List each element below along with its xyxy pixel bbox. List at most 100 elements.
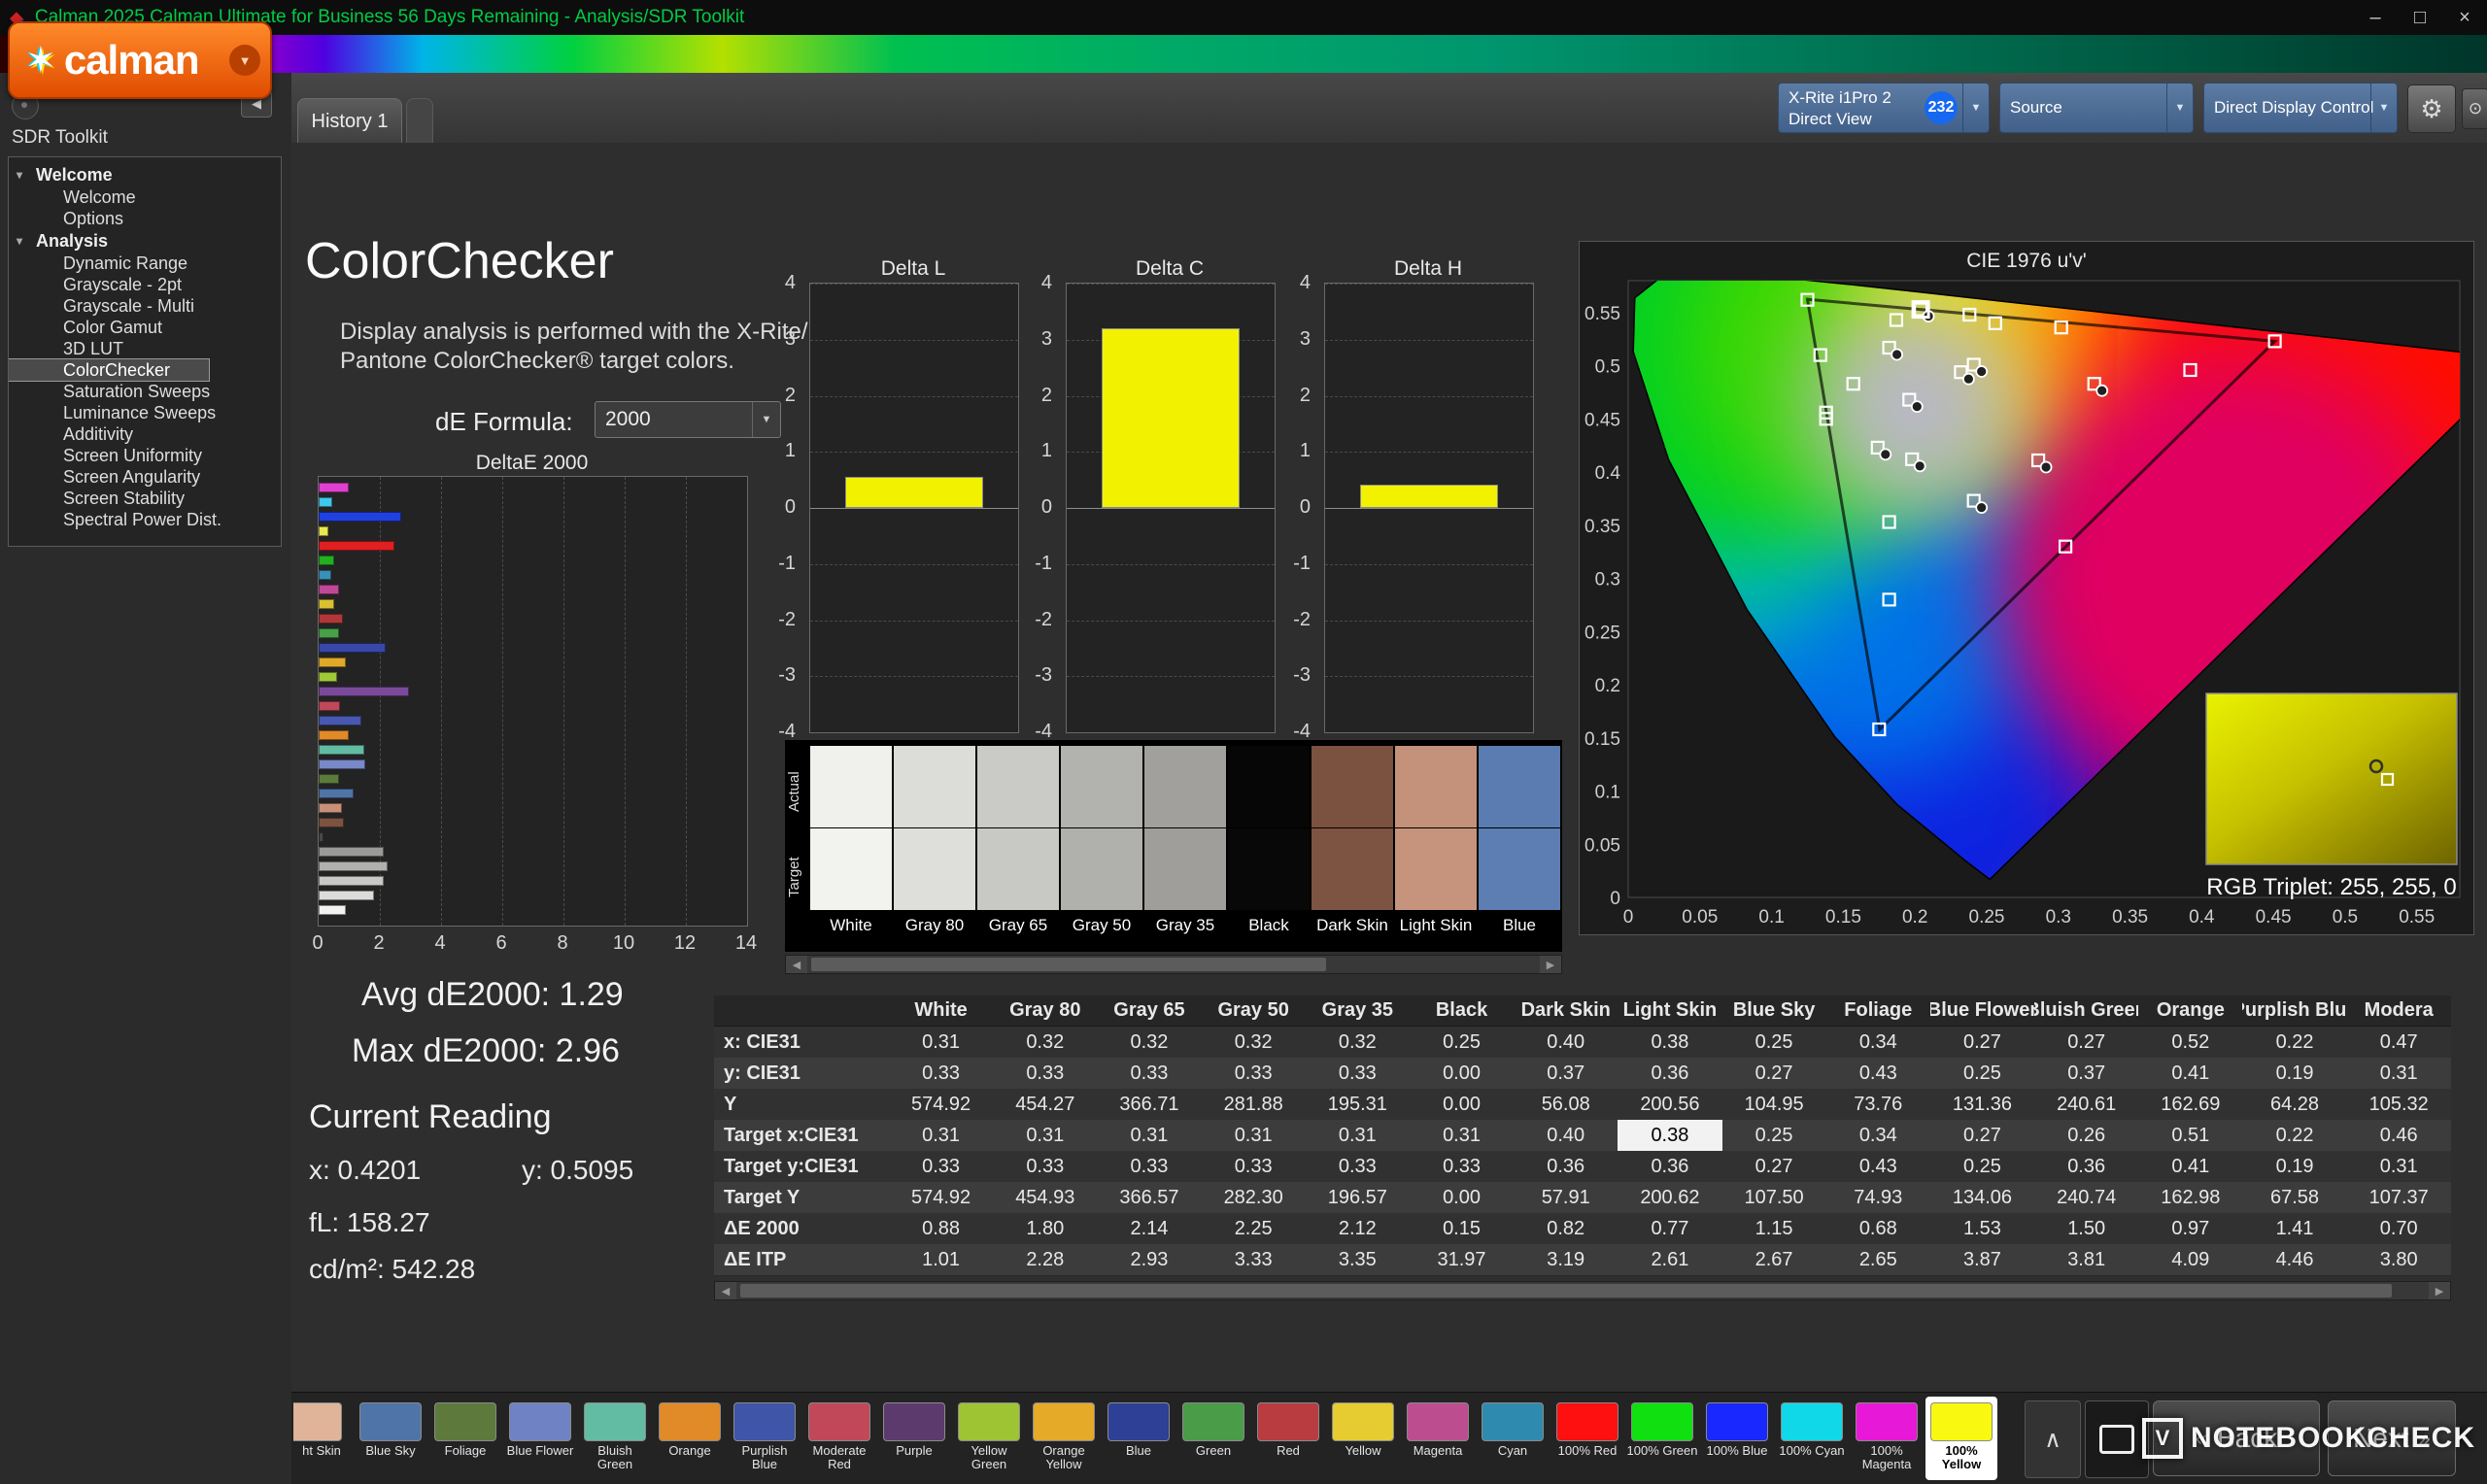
patch-light-skin[interactable]: Light Skin (1395, 746, 1477, 946)
patch-button-blue-sky[interactable]: Blue Sky (355, 1397, 426, 1480)
patch-button-100-magenta[interactable]: 100% Magenta (1851, 1397, 1923, 1480)
table-scrollbar[interactable]: ◀ ▶ (714, 1281, 2451, 1300)
scroll-right-icon[interactable]: ▶ (2429, 1282, 2450, 1299)
next-button[interactable]: Next » (2328, 1400, 2456, 1476)
patch-button-ht-skin[interactable]: ht Skin (293, 1397, 350, 1480)
sidebar-item-screen-angularity[interactable]: Screen Angularity (9, 466, 281, 488)
source-dropdown[interactable]: Source ▼ (1999, 83, 2194, 133)
scroll-right-icon[interactable]: ▶ (1540, 956, 1561, 973)
display-control-dropdown[interactable]: Direct Display Control ▼ (2203, 83, 2398, 133)
patch-button-purplish-blue[interactable]: Purplish Blue (729, 1397, 801, 1480)
tab-stub[interactable] (406, 98, 433, 144)
scroll-left-icon[interactable]: ◀ (715, 1282, 736, 1299)
patch-black[interactable]: Black (1228, 746, 1310, 946)
sidebar-item-screen-uniformity[interactable]: Screen Uniformity (9, 445, 281, 466)
patch-button-foliage[interactable]: Foliage (429, 1397, 501, 1480)
table-cell: 0.31 (1201, 1120, 1306, 1151)
patch-button-purple[interactable]: Purple (878, 1397, 950, 1480)
actual-swatch (1144, 746, 1226, 827)
sidebar-item-options[interactable]: Options (9, 208, 281, 229)
patch-button-magenta[interactable]: Magenta (1402, 1397, 1474, 1480)
patch-button-blue[interactable]: Blue (1103, 1397, 1175, 1480)
back-button[interactable]: « Back (2153, 1400, 2320, 1476)
tree-section-welcome[interactable]: ▾ Welcome (9, 163, 281, 186)
table-cell: 366.71 (1097, 1089, 1202, 1120)
sidebar-item-additivity[interactable]: Additivity (9, 423, 281, 445)
close-button[interactable]: × (2442, 0, 2487, 35)
de-formula-dropdown[interactable]: 2000 ▼ (595, 401, 781, 438)
meter-dropdown[interactable]: X-Rite i1Pro 2 Direct View 232 ▼ (1778, 83, 1990, 133)
patch-button-cyan[interactable]: Cyan (1477, 1397, 1549, 1480)
table-col-bluish-green: Bluish Green (2034, 995, 2139, 1027)
table-col-gray-50: Gray 50 (1201, 995, 1306, 1027)
sidebar-item-saturation-sweeps[interactable]: Saturation Sweeps (9, 381, 281, 402)
patch-button-green[interactable]: Green (1177, 1397, 1249, 1480)
patch-white[interactable]: White (810, 746, 892, 946)
table-row-label-y-cie31: y: CIE31 (714, 1058, 889, 1089)
patch-button-label: 100% Blue (1706, 1443, 1768, 1458)
table-cell: 0.52 (2138, 1027, 2243, 1058)
sidebar-item-luminance-sweeps[interactable]: Luminance Sweeps (9, 402, 281, 423)
patch-button-100-green[interactable]: 100% Green (1626, 1397, 1698, 1480)
sidebar-item-spectral-power-dist[interactable]: Spectral Power Dist. (9, 509, 281, 530)
patch-gray-35[interactable]: Gray 35 (1144, 746, 1226, 946)
logo-text: calman (63, 37, 200, 83)
calman-logo[interactable]: ✶ calman ▼ (8, 21, 272, 99)
patch-button-blue-flower[interactable]: Blue Flower (504, 1397, 576, 1480)
gridline (810, 508, 1018, 509)
patch-button-orange[interactable]: Orange (654, 1397, 726, 1480)
patch-button-bluish-green[interactable]: Bluish Green (579, 1397, 651, 1480)
table-cell: 57.91 (1514, 1182, 1618, 1213)
sidebar-item-color-gamut[interactable]: Color Gamut (9, 317, 281, 338)
sidebar-item-colorchecker[interactable]: ColorChecker (9, 358, 210, 382)
patch-button-moderate-red[interactable]: Moderate Red (803, 1397, 875, 1480)
chevron-down-icon[interactable]: ▼ (2166, 84, 2193, 132)
chevron-down-icon[interactable]: ▼ (2370, 84, 2397, 132)
swatch-scrollbar[interactable]: ◀ ▶ (785, 955, 1562, 974)
patch-button-red[interactable]: Red (1252, 1397, 1324, 1480)
tree-section-analysis[interactable]: ▾ Analysis (9, 229, 281, 253)
patch-button-orange-yellow[interactable]: Orange Yellow (1028, 1397, 1100, 1480)
source-label: Source (2010, 98, 2062, 117)
table-cell: 3.80 (2346, 1244, 2451, 1275)
patch-label: Gray 50 (1072, 916, 1132, 934)
actual-swatch (977, 746, 1059, 827)
sidebar-item-3d-lut[interactable]: 3D LUT (9, 338, 281, 359)
sidebar-item-screen-stability[interactable]: Screen Stability (9, 488, 281, 509)
patch-button-100-red[interactable]: 100% Red (1551, 1397, 1623, 1480)
scroll-left-icon[interactable]: ◀ (786, 956, 807, 973)
scrollbar-thumb[interactable] (740, 1284, 2392, 1298)
expander-icon[interactable]: ▾ (17, 163, 22, 186)
expander-icon[interactable]: ▾ (17, 229, 22, 253)
tab-history-1[interactable]: History 1 (297, 98, 402, 144)
patch-dark-skin[interactable]: Dark Skin (1312, 746, 1393, 946)
minimize-button[interactable]: – (2353, 0, 2398, 35)
patch-button-100-blue[interactable]: 100% Blue (1701, 1397, 1773, 1480)
sidebar-item-grayscale-2pt[interactable]: Grayscale - 2pt (9, 274, 281, 295)
sidebar-item-grayscale-multi[interactable]: Grayscale - Multi (9, 295, 281, 317)
pattern-window-button[interactable] (2085, 1400, 2149, 1478)
chevron-down-icon[interactable]: ▼ (1962, 84, 1989, 132)
sidebar-item-welcome[interactable]: Welcome (9, 186, 281, 208)
maximize-button[interactable]: □ (2398, 0, 2442, 35)
settings-gear-button[interactable]: ⚙ (2407, 84, 2456, 133)
patch-gray-80[interactable]: Gray 80 (894, 746, 975, 946)
patch-button-100-yellow[interactable]: 100% Yellow (1925, 1397, 1997, 1480)
patch-button-yellow[interactable]: Yellow (1327, 1397, 1399, 1480)
patch-button-100-cyan[interactable]: 100% Cyan (1776, 1397, 1848, 1480)
table-col-gray-65: Gray 65 (1097, 995, 1202, 1027)
patch-button-yellow-green[interactable]: Yellow Green (953, 1397, 1025, 1480)
patch-gray-65[interactable]: Gray 65 (977, 746, 1059, 946)
scrollbar-thumb[interactable] (811, 958, 1326, 971)
gridline (1067, 676, 1275, 678)
power-button[interactable]: ⊙ (2462, 88, 2487, 129)
table-cell: 2.93 (1097, 1244, 1202, 1275)
table-cell: 0.26 (2034, 1120, 2139, 1151)
scroll-up-button[interactable]: ∧ (2025, 1400, 2081, 1478)
table-cell[interactable]: 0.38 (1618, 1120, 1722, 1151)
logo-menu-chevron-icon[interactable]: ▼ (229, 45, 260, 76)
patch-gray-50[interactable]: Gray 50 (1061, 746, 1142, 946)
patch-blue[interactable]: Blue (1479, 746, 1560, 946)
sidebar-item-dynamic-range[interactable]: Dynamic Range (9, 253, 281, 274)
deltae-bar-magenta (319, 585, 339, 594)
